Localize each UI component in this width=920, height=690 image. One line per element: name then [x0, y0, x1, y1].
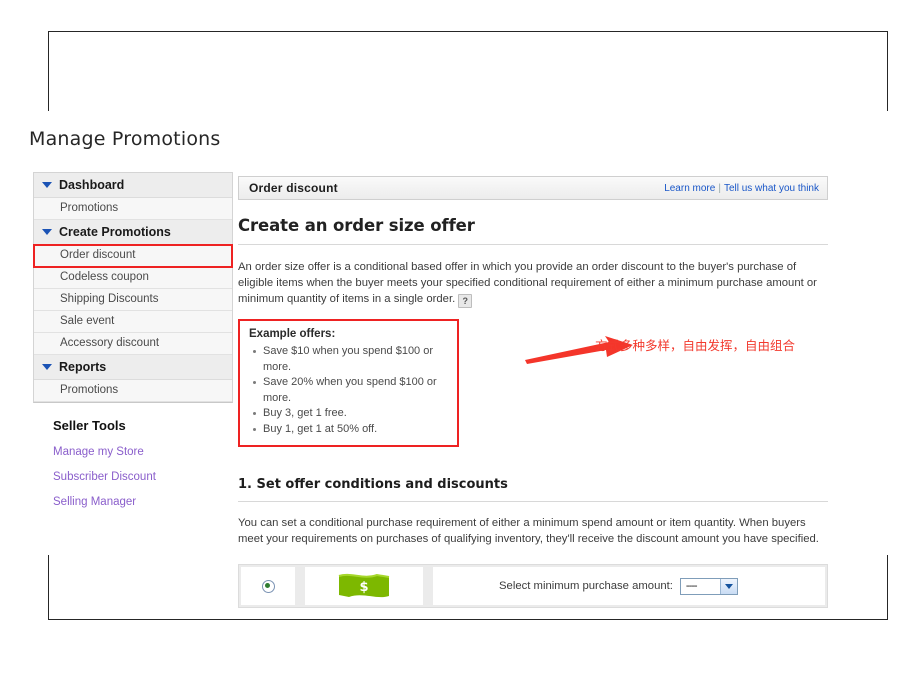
minimum-purchase-radio[interactable]: [261, 579, 275, 593]
list-item: Save 20% when you spend $100 or more.: [253, 375, 449, 406]
seller-link-selling-manager[interactable]: Selling Manager: [53, 496, 233, 508]
sidebar-group-create-promotions[interactable]: Create Promotions: [34, 220, 232, 245]
seller-tools-panel: Seller Tools Manage my Store Subscriber …: [53, 418, 233, 521]
content-panel: Order discount Learn more | Tell us what y…: [238, 176, 828, 608]
offer-condition-row: $ Select minimum purchase amount: ----: [238, 564, 828, 608]
content-header-links: Learn more | Tell us what you think: [664, 183, 819, 194]
sidebar-item-codeless-coupon[interactable]: Codeless coupon: [34, 267, 232, 289]
sidebar-group-reports[interactable]: Reports: [34, 355, 232, 380]
sidebar-item-order-discount[interactable]: Order discount: [33, 244, 233, 268]
example-offers-list: Save $10 when you spend $100 or more. Sa…: [249, 344, 449, 437]
sidebar-item-reports-promotions[interactable]: Promotions: [34, 380, 232, 402]
sidebar-item-dashboard-promotions[interactable]: Promotions: [34, 198, 232, 220]
radio-cell[interactable]: [241, 567, 295, 605]
content-header-title: Order discount: [249, 181, 338, 195]
page-title: Manage Promotions: [29, 128, 221, 150]
sidebar-group-label: Create Promotions: [59, 225, 171, 239]
intro-paragraph: An order size offer is a conditional bas…: [238, 259, 828, 308]
content-heading: Create an order size offer: [238, 216, 475, 235]
intro-text: An order size offer is a conditional bas…: [238, 261, 817, 305]
sidebar-group-dashboard[interactable]: Dashboard: [34, 173, 232, 198]
content-header-bar: Order discount Learn more | Tell us what y…: [238, 176, 828, 200]
annotation-text: 方式多种多样，自由发挥，自由组合: [595, 338, 796, 353]
minimum-purchase-select[interactable]: ----: [679, 577, 738, 595]
help-icon[interactable]: ?: [458, 294, 473, 308]
select-cell: Select minimum purchase amount: ----: [433, 567, 825, 605]
triangle-down-icon: [42, 364, 52, 370]
seller-link-subscriber-discount[interactable]: Subscriber Discount: [53, 471, 233, 483]
seller-tools-heading: Seller Tools: [53, 418, 126, 433]
list-item: Buy 3, get 1 free.: [253, 406, 449, 422]
seller-link-manage-my-store[interactable]: Manage my Store: [53, 446, 233, 458]
triangle-down-icon: [42, 182, 52, 188]
list-item: Save $10 when you spend $100 or more.: [253, 344, 449, 375]
sidebar-item-shipping-discounts[interactable]: Shipping Discounts: [34, 289, 232, 311]
chevron-down-icon[interactable]: [719, 578, 737, 594]
slide-canvas: Manage Promotions Dashboard Promotions C…: [0, 0, 920, 690]
sidebar-group-label: Dashboard: [59, 178, 125, 192]
link-separator: |: [718, 182, 721, 194]
triangle-down-icon: [42, 229, 52, 235]
cell-gap: [295, 567, 305, 605]
sidebar-group-label: Reports: [59, 360, 107, 374]
section-one-body: You can set a conditional purchase requi…: [238, 517, 819, 545]
select-value: ----: [685, 580, 698, 592]
sidebar-item-sale-event[interactable]: Sale event: [34, 311, 232, 333]
example-offers-title: Example offers:: [249, 328, 336, 340]
cell-gap: [423, 567, 433, 605]
example-offers-box: Example offers: Save $10 when you spend …: [238, 319, 795, 447]
feedback-link[interactable]: Tell us what you think: [724, 183, 819, 194]
sidebar-nav: Dashboard Promotions Create Promotions O…: [33, 172, 233, 403]
section-one-divider: [238, 501, 828, 502]
money-icon-cell: $: [305, 567, 423, 605]
sidebar: Dashboard Promotions Create Promotions O…: [33, 172, 233, 403]
sidebar-item-accessory-discount[interactable]: Accessory discount: [34, 333, 232, 355]
learn-more-link[interactable]: Learn more: [664, 183, 715, 194]
svg-text:$: $: [359, 580, 368, 595]
list-item: Buy 1, get 1 at 50% off.: [253, 422, 449, 438]
top-frame-placeholder: [48, 31, 888, 111]
money-bill-icon: $: [338, 573, 390, 598]
heading-divider: [238, 244, 828, 245]
minimum-purchase-label: Select minimum purchase amount:: [499, 580, 673, 592]
section-one-title: 1. Set offer conditions and discounts: [238, 477, 508, 492]
